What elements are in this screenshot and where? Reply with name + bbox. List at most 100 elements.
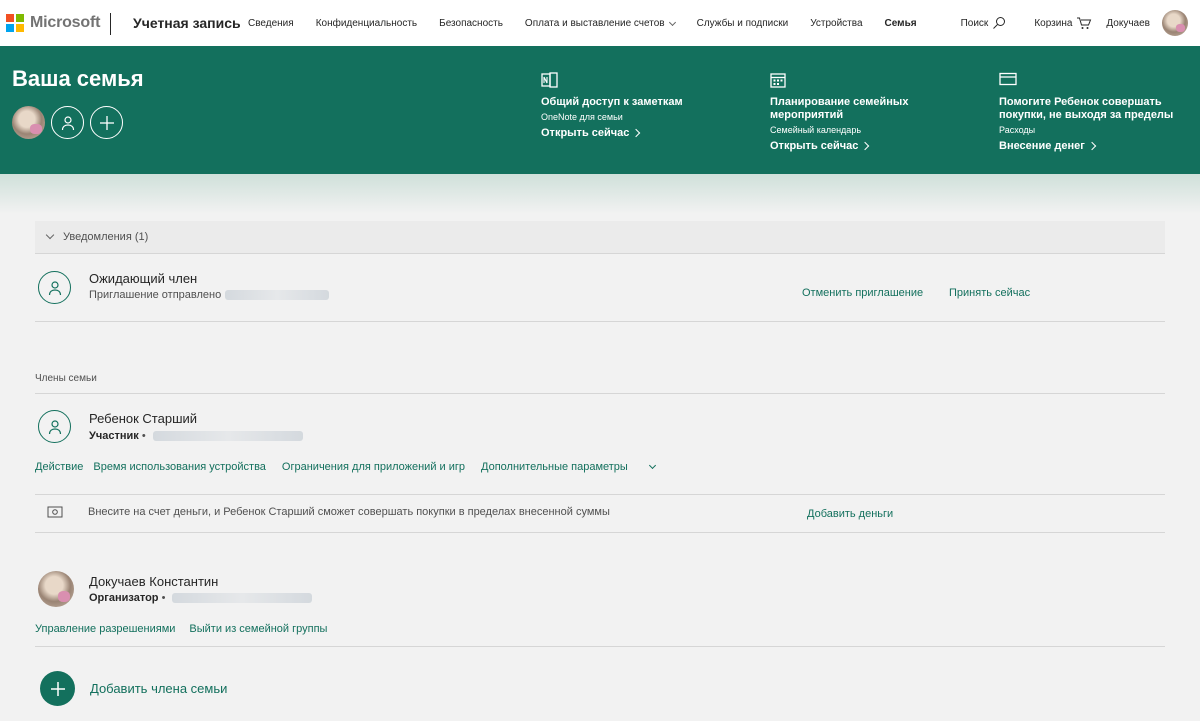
add-money-description: Внесите на счет деньги, и Ребенок Старши… (88, 506, 610, 518)
role-label: Участник (89, 430, 139, 442)
nav-right: Поиск Корзина Докучаев (947, 10, 1188, 36)
calendar-icon (770, 72, 960, 90)
members-section-label: Члены семьи (35, 373, 97, 384)
invitation-sent-label: Приглашение отправлено (89, 289, 222, 301)
chevron-down-icon (648, 461, 656, 470)
app-limits-link[interactable]: Ограничения для приложений и игр (282, 461, 465, 473)
user-menu[interactable]: Докучаев (1106, 10, 1188, 36)
cancel-invitation-link[interactable]: Отменить приглашение (802, 287, 923, 299)
user-name: Докучаев (1106, 17, 1150, 29)
nav-item-billing-label: Оплата и выставление счетов (524, 18, 665, 29)
plus-icon (99, 115, 114, 130)
account-brand-link[interactable]: Учетная запись (133, 15, 241, 31)
divider (35, 393, 1165, 394)
screen-time-link[interactable]: Время использования устройства (93, 461, 266, 473)
add-money-banner-link[interactable]: Внесение денег (999, 140, 1194, 152)
add-member-link[interactable]: Добавить члена семьи (90, 681, 227, 696)
nav-item-security[interactable]: Безопасность (439, 18, 503, 29)
feature-title: Планирование семейных мероприятий (770, 96, 909, 121)
notifications-header: Уведомления (1) (63, 231, 149, 243)
open-onenote-link[interactable]: Открыть сейчас (541, 127, 741, 139)
card-icon (999, 72, 1194, 90)
chevron-right-icon (632, 128, 641, 138)
chevron-down-icon (668, 18, 676, 26)
more-options-link[interactable]: Дополнительные параметры (481, 461, 656, 473)
avatar (38, 571, 74, 607)
link-label: Открыть сейчас (770, 140, 859, 152)
more-options-label: Дополнительные параметры (481, 461, 628, 473)
nav-item-billing[interactable]: Оплата и выставление счетов (524, 18, 676, 29)
child-actions: Действие Время использования устройства … (35, 461, 671, 473)
divider (35, 646, 1165, 647)
pending-member-status: Приглашение отправлено (89, 289, 330, 301)
avatar (1162, 10, 1188, 36)
child-member-avatar (38, 410, 71, 443)
search-icon (993, 17, 1006, 29)
chevron-right-icon (1087, 141, 1097, 151)
nav-item-info[interactable]: Сведения (248, 18, 294, 29)
feature-onenote: Общий доступ к заметкам OneNote для семь… (541, 72, 741, 139)
person-icon (48, 419, 61, 434)
cart-label: Корзина (1034, 17, 1073, 29)
cart-button[interactable]: Корзина (1034, 16, 1092, 30)
search-label: Поиск (960, 17, 989, 29)
nav-item-family[interactable]: Семья (885, 18, 917, 29)
divider (35, 494, 1165, 495)
link-label: Открыть сейчас (541, 127, 630, 139)
chevron-down-icon (45, 230, 55, 240)
money-icon (47, 506, 63, 518)
person-icon (48, 280, 61, 295)
nav-item-privacy[interactable]: Конфиденциальность (316, 18, 417, 29)
cart-icon (1077, 17, 1092, 29)
feature-title: Помогите Ребенок совершать покупки, не в… (999, 96, 1174, 121)
top-navigation: Microsoft Учетная запись Сведения Конфид… (0, 0, 1200, 46)
onenote-icon (541, 72, 741, 90)
family-avatars (12, 106, 129, 139)
organizer-name: Докучаев Константин (89, 574, 219, 589)
feature-title: Общий доступ к заметкам (541, 96, 683, 108)
feature-subtitle: OneNote для семьи (541, 112, 623, 122)
open-calendar-link[interactable]: Открыть сейчас (770, 140, 960, 152)
family-content: Уведомления (1) Ожидающий член Приглашен… (35, 221, 1165, 706)
child-member-name: Ребенок Старший (89, 411, 198, 426)
family-banner: Ваша семья Общий доступ к заметкам OneNo… (0, 46, 1200, 174)
redacted-email (152, 431, 303, 442)
notifications-toggle[interactable]: Уведомления (1) (35, 221, 1165, 254)
member-avatar-button[interactable] (51, 106, 84, 139)
manage-permissions-link[interactable]: Управление разрешениями (35, 623, 175, 635)
child-member-role: Участник • (89, 430, 303, 442)
chevron-right-icon (861, 141, 870, 151)
nav-item-services[interactable]: Службы и подписки (697, 18, 789, 29)
link-label: Внесение денег (999, 140, 1085, 152)
feature-subtitle: Семейный календарь (770, 125, 862, 135)
add-money-row: Внесите на счет деньги, и Ребенок Старши… (47, 506, 610, 518)
pending-member-name: Ожидающий член (89, 271, 198, 286)
avatar[interactable] (12, 106, 45, 139)
add-member-button[interactable] (40, 671, 75, 706)
add-money-link[interactable]: Добавить деньги (807, 508, 893, 520)
feature-subtitle: Расходы (999, 125, 1036, 135)
organizer-actions: Управление разрешениями Выйти из семейно… (35, 623, 343, 635)
microsoft-logo-text: Microsoft (30, 14, 101, 31)
microsoft-logo-icon (6, 14, 24, 32)
redacted-email (225, 290, 330, 301)
divider (35, 532, 1165, 533)
divider (35, 321, 1165, 322)
pending-member-avatar (38, 271, 71, 304)
search-button[interactable]: Поиск (961, 16, 1007, 30)
person-icon (61, 115, 74, 130)
nav-menu: Сведения Конфиденциальность Безопасность… (248, 18, 939, 29)
plus-icon (50, 681, 65, 696)
role-label: Организатор (89, 592, 159, 604)
feature-spending: Помогите Ребенок совершать покупки, не в… (999, 72, 1194, 152)
leave-family-link[interactable]: Выйти из семейной группы (189, 623, 327, 635)
accept-invitation-link[interactable]: Принять сейчас (949, 287, 1030, 299)
activity-link[interactable]: Действие (35, 461, 83, 473)
microsoft-logo[interactable]: Microsoft (6, 14, 100, 32)
feature-calendar: Планирование семейных мероприятий Семейн… (770, 72, 960, 152)
nav-item-devices[interactable]: Устройства (810, 18, 862, 29)
banner-shadow (0, 174, 1200, 214)
organizer-role: Организатор • (89, 592, 313, 604)
redacted-email (172, 593, 313, 604)
add-member-banner-button[interactable] (90, 106, 123, 139)
